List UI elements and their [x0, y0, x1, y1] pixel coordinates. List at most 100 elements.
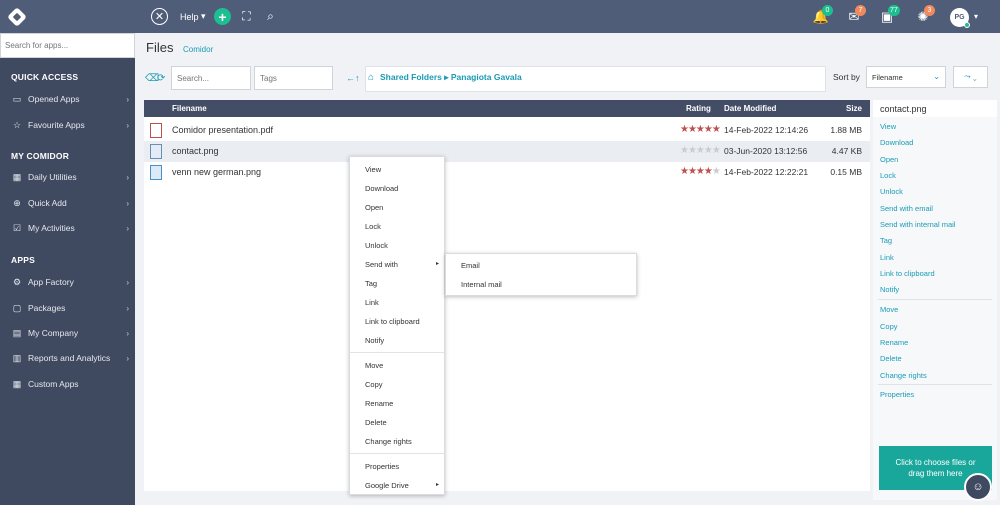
fullscreen-icon[interactable]: ⛶: [238, 8, 255, 25]
avatar-initials: PG: [954, 14, 965, 21]
context-menu: View Download Open Lock Unlock Send with…: [349, 156, 445, 495]
breadcrumb-path[interactable]: Shared Folders ▸ Panagiota Gavala: [380, 72, 522, 83]
sidebar-item-label: Opened Apps: [28, 94, 80, 104]
menu-item-change-rights[interactable]: Change rights: [350, 432, 444, 451]
column-date-modified[interactable]: Date Modified: [724, 104, 776, 113]
panel-action-delete[interactable]: Delete: [880, 354, 902, 363]
sidebar-item-label: App Factory: [28, 277, 74, 287]
sidebar-item-label: Packages: [28, 303, 66, 313]
activity-badge: 3: [924, 5, 935, 16]
menu-item-copy[interactable]: Copy: [350, 375, 444, 394]
menu-item-send-with[interactable]: Send with ▸: [350, 255, 444, 274]
panel-action-notify[interactable]: Notify: [880, 285, 899, 294]
sidebar-item-my-activities[interactable]: ☑ My Activities ›: [0, 217, 135, 239]
panel-action-move[interactable]: Move: [880, 305, 898, 314]
menu-item-link[interactable]: Link: [350, 293, 444, 312]
help-menu[interactable]: Help ▾: [180, 8, 212, 25]
file-search-input[interactable]: [171, 66, 251, 90]
panel-action-change-rights[interactable]: Change rights: [880, 371, 927, 380]
sidebar-item-packages[interactable]: ▢ Packages ›: [0, 297, 135, 319]
rating-stars[interactable]: ★★★★★: [680, 145, 721, 156]
sort-label: Sort by: [833, 72, 860, 82]
close-icon[interactable]: ✕: [151, 8, 168, 25]
tags-input[interactable]: [254, 66, 333, 90]
mail-icon[interactable]: ✉ 7: [845, 5, 866, 25]
panel-action-properties[interactable]: Properties: [880, 390, 914, 399]
table-row[interactable]: contact.png ★★★★★ 03-Jun-2020 13:12:56 4…: [144, 141, 870, 162]
menu-item-unlock[interactable]: Unlock: [350, 236, 444, 255]
selected-file-name: contact.png: [873, 100, 997, 117]
panel-action-unlock[interactable]: Unlock: [880, 187, 903, 196]
menu-item-delete[interactable]: Delete: [350, 413, 444, 432]
sidebar-item-custom-apps[interactable]: ▦ Custom Apps: [0, 373, 135, 395]
menu-divider: [350, 453, 444, 454]
column-size[interactable]: Size: [846, 104, 862, 113]
sidebar-item-my-company[interactable]: ▤ My Company ›: [0, 322, 135, 344]
panel-action-send-email[interactable]: Send with email: [880, 204, 933, 213]
menu-item-tag[interactable]: Tag: [350, 274, 444, 293]
panel-action-open[interactable]: Open: [880, 155, 898, 164]
menu-item-rename[interactable]: Rename: [350, 394, 444, 413]
search-icon[interactable]: ⌕: [262, 8, 279, 25]
menu-item-notify[interactable]: Notify: [350, 331, 444, 350]
navigation-arrows-icon[interactable]: ←↑: [346, 73, 360, 83]
menu-item-properties[interactable]: Properties: [350, 457, 444, 476]
file-actions-panel: contact.png View Download Open Lock Unlo…: [873, 100, 997, 500]
refresh-icon[interactable]: ⟳: [157, 73, 165, 84]
menu-item-google-drive[interactable]: Google Drive ▸: [350, 476, 444, 495]
panel-action-lock[interactable]: Lock: [880, 171, 896, 180]
menu-item-move[interactable]: Move: [350, 356, 444, 375]
panel-action-download[interactable]: Download: [880, 138, 913, 147]
sun-icon[interactable]: ✺ 3: [914, 5, 935, 25]
panel-action-link[interactable]: Link: [880, 253, 894, 262]
table-row[interactable]: Comidor presentation.pdf ★★★★★ 14-Feb-20…: [144, 120, 870, 141]
submenu-item-email[interactable]: Email: [446, 256, 636, 276]
image-icon: [150, 144, 162, 159]
home-icon[interactable]: ⌂: [368, 72, 374, 83]
calendar-icon[interactable]: ▣ 77: [878, 5, 900, 25]
menu-item-open[interactable]: Open: [350, 198, 444, 217]
file-date: 14-Feb-2022 12:14:26: [724, 125, 809, 135]
panel-action-rename[interactable]: Rename: [880, 338, 908, 347]
rating-stars[interactable]: ★★★★★: [680, 166, 721, 177]
sidebar-item-opened-apps[interactable]: ▭ Opened Apps ›: [0, 88, 135, 110]
menu-item-view[interactable]: View: [350, 160, 444, 179]
mail-badge: 7: [855, 5, 866, 16]
pdf-icon: [150, 123, 162, 138]
comidor-logo[interactable]: [0, 0, 33, 33]
chevron-right-icon: ›: [126, 172, 129, 182]
bell-icon[interactable]: 🔔 0: [812, 5, 833, 25]
panel-action-copy[interactable]: Copy: [880, 322, 898, 331]
chatbot-icon[interactable]: ☺: [964, 473, 992, 501]
avatar-chevron-down-icon[interactable]: ▾: [974, 12, 978, 21]
panel-action-send-internal-mail[interactable]: Send with internal mail: [880, 220, 955, 229]
table-row[interactable]: venn new german.png ★★★★★ 14-Feb-2022 12…: [144, 162, 870, 183]
folder-icon: ▭: [12, 93, 22, 104]
sidebar-item-favourite-apps[interactable]: ☆ Favourite Apps ›: [0, 114, 135, 136]
panel-action-view[interactable]: View: [880, 122, 896, 131]
column-rating[interactable]: Rating: [686, 104, 711, 113]
sidebar-item-app-factory[interactable]: ⚙ App Factory ›: [0, 271, 135, 293]
column-filename[interactable]: Filename: [172, 104, 207, 113]
file-name: contact.png: [172, 146, 219, 156]
page-subtitle-link[interactable]: Comidor: [183, 45, 213, 54]
rating-stars[interactable]: ★★★★★: [680, 124, 721, 135]
panel-action-link-to-clipboard[interactable]: Link to clipboard: [880, 269, 935, 278]
avatar[interactable]: PG: [950, 8, 970, 28]
sidebar-item-daily-utilities[interactable]: ▦ Daily Utilities ›: [0, 166, 135, 188]
sort-select[interactable]: Filename ⌄: [866, 66, 946, 88]
sidebar-item-reports-and-analytics[interactable]: ▥ Reports and Analytics ›: [0, 347, 135, 369]
menu-item-link-to-clipboard[interactable]: Link to clipboard: [350, 312, 444, 331]
menu-item-lock[interactable]: Lock: [350, 217, 444, 236]
sort-value: Filename: [872, 73, 903, 82]
sidebar-item-quick-add[interactable]: ⊕ Quick Add ›: [0, 192, 135, 214]
notification-badge: 0: [822, 5, 833, 16]
send-with-submenu: Email Internal mail: [445, 253, 637, 296]
add-icon[interactable]: +: [214, 8, 231, 25]
panel-action-tag[interactable]: Tag: [880, 236, 892, 245]
sort-direction-button[interactable]: ⤳ ⌄: [953, 66, 988, 88]
app-search-input[interactable]: [0, 33, 135, 58]
panel-divider: [878, 384, 992, 385]
submenu-item-internal-mail[interactable]: Internal mail: [446, 275, 636, 295]
menu-item-download[interactable]: Download: [350, 179, 444, 198]
